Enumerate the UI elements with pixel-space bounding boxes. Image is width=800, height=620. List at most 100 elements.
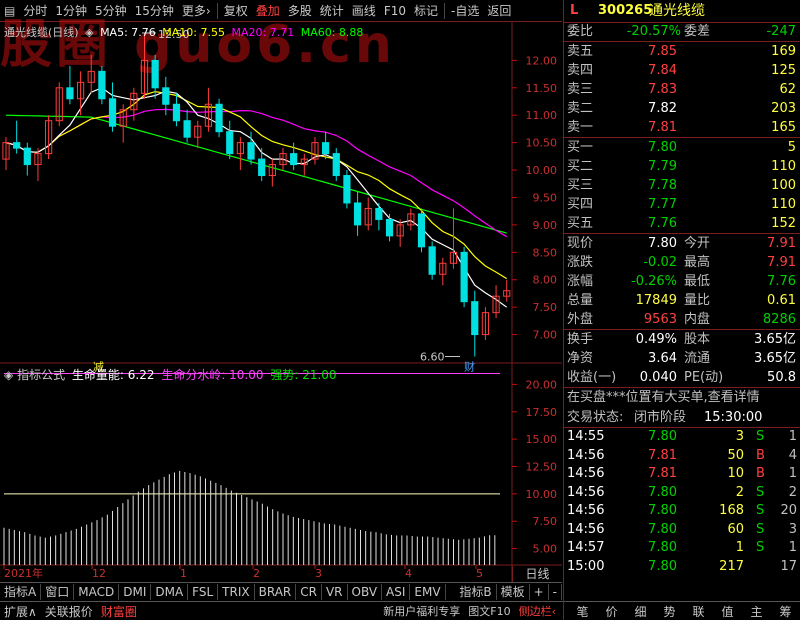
collapse-icon[interactable]: ◈: [4, 368, 13, 382]
stat-label: 外盘: [567, 312, 594, 327]
stat-row: 收益(一) 0.040 PE(动) 50.8: [564, 368, 800, 387]
bid-volume: 100: [771, 178, 796, 193]
trade-status-label: 交易状态:: [567, 410, 624, 425]
stat-row: 涨跌 -0.02 最高 7.91: [564, 253, 800, 272]
big-order-notice[interactable]: 在买盘***位置有大买单,查看详情: [567, 388, 760, 408]
strength-label: 强势: 21.00: [270, 368, 337, 382]
stat-row: 外盘 9563 内盘 8286: [564, 310, 800, 329]
stat-value: 50.8: [767, 370, 796, 385]
stock-flag: L: [570, 3, 579, 18]
indicator-tab[interactable]: 指标A: [0, 583, 42, 600]
event-marker-cai: 财: [464, 360, 475, 374]
bid-row: 买二 7.79 110: [564, 157, 800, 176]
period-label[interactable]: 日线: [512, 566, 562, 582]
weibi-row: 委比 -20.57% 委差 -247: [564, 23, 800, 41]
stat-value: 3.64: [648, 351, 677, 366]
indicator-name[interactable]: 指标公式: [17, 368, 65, 382]
stat-label: 总量: [567, 293, 594, 308]
indicator-tab[interactable]: CR: [296, 583, 322, 600]
ask-volume: 169: [771, 44, 796, 59]
indicator-tab[interactable]: +: [530, 583, 549, 600]
status-left-item[interactable]: 财富圈: [97, 603, 141, 620]
indicator-tab[interactable]: EMV: [410, 583, 446, 600]
ind-y-tick-label: 17.50: [526, 406, 558, 419]
indicator-tab[interactable]: 窗口: [41, 583, 75, 600]
indicator-tab[interactable]: BRAR: [255, 583, 297, 600]
stat-value: 7.91: [767, 236, 796, 251]
ask-volume: 125: [771, 63, 796, 78]
indicator-legend: ◈ 指标公式 生命量能: 6.22 生命分水岭: 10.00 强势: 21.00: [4, 366, 337, 383]
notice-row: 在买盘***位置有大买单,查看详情: [564, 388, 800, 408]
candle-body: [428, 246, 436, 275]
status-right-item[interactable]: 侧边栏‹: [515, 603, 560, 619]
x-axis-label: 2: [253, 567, 260, 580]
indicator-tab[interactable]: -: [549, 583, 562, 600]
indicator-tab[interactable]: 模板: [497, 583, 530, 600]
x-axis-label: 4: [405, 567, 412, 580]
indicator-tab[interactable]: DMI: [119, 583, 152, 600]
candle-body: [353, 202, 362, 226]
ask-row: 卖五 7.85 169: [564, 42, 800, 61]
tick-count: 2: [788, 484, 797, 500]
status-left-item[interactable]: 扩展∧: [0, 603, 41, 620]
indicator-tab[interactable]: FSL: [188, 583, 219, 600]
stat-label: 股本: [684, 332, 711, 347]
stat-row: 总量 17849 量比 0.61: [564, 291, 800, 310]
bid-label: 买二: [567, 159, 594, 174]
tick-count: 17: [780, 558, 797, 574]
toolbar-item[interactable]: -自选: [447, 0, 483, 22]
ask-volume: 62: [779, 82, 796, 97]
stat-label: 涨跌: [567, 255, 594, 270]
indicator-tab[interactable]: VR: [322, 583, 348, 600]
candle-body: [215, 103, 223, 133]
x-axis-label: 3: [315, 567, 322, 580]
status-left-item[interactable]: 关联报价: [41, 603, 97, 620]
toolbar-item[interactable]: 返回: [483, 0, 515, 22]
weicha-value: -247: [766, 24, 796, 39]
stat-value: 0.61: [767, 293, 796, 308]
tick-time: 14:56: [567, 447, 605, 463]
ask-volume: 203: [771, 101, 796, 116]
stat-label: 最低: [684, 274, 711, 289]
status-right-item[interactable]: 新用户福利专享: [379, 603, 464, 619]
trade-status: 闭市阶段: [634, 410, 687, 425]
candle-body: [226, 131, 234, 155]
indicator-tab[interactable]: 指标B: [455, 583, 497, 600]
kline-chart[interactable]: 12.00 11.50 11.00 10.50 10.00 9.50 9.00 8.50 8.0…: [0, 22, 562, 582]
indicator-tab[interactable]: MACD: [74, 583, 120, 600]
indicator-tab[interactable]: ASI: [382, 583, 411, 600]
ask-row: 卖四 7.84 125: [564, 61, 800, 80]
y-tick-label: 8.00: [533, 274, 558, 287]
stat-row: 净资 3.64 流通 3.65亿: [564, 349, 800, 368]
x-axis-label: 5: [476, 567, 483, 580]
stat-value: 0.040: [639, 370, 677, 385]
ask-volume: 165: [771, 120, 796, 135]
stat-value: 7.91: [767, 255, 796, 270]
candle-body: [66, 87, 74, 100]
tick-row: 14:55 7.80 3 S 1: [564, 428, 800, 447]
stat-label: 内盘: [684, 312, 711, 327]
y-tick-label: 7.50: [533, 301, 558, 314]
bid-price: 7.78: [648, 178, 677, 193]
indicator-tab[interactable]: DMA: [151, 583, 189, 600]
indicator-tab[interactable]: OBV: [348, 583, 383, 600]
ind-y-tick-label: 12.50: [526, 461, 558, 474]
main-chart-legend: 通光线缆(日线) ◈ MA5: 7.76 MA10: 7.55 MA20: 7.…: [4, 24, 363, 40]
ma5-label: MA5: 7.76: [100, 26, 156, 39]
stat-row: 涨幅 -0.26% 最低 7.76: [564, 272, 800, 291]
tick-time: 14:56: [567, 466, 605, 481]
tick-time: 14:55: [567, 429, 605, 444]
stat-value: 7.76: [767, 274, 796, 289]
settings-icon[interactable]: ◈: [85, 26, 93, 39]
tick-time: 14:57: [567, 540, 605, 555]
indicator-tab[interactable]: TRIX: [218, 583, 255, 600]
status-right-item[interactable]: 图文F10: [464, 603, 514, 619]
candle-body: [183, 120, 191, 138]
y-tick-label: 11.50: [526, 82, 558, 95]
toolbar-item[interactable]: 标记: [410, 0, 442, 22]
bid-price: 7.80: [648, 140, 677, 155]
weibi-label: 委比: [567, 24, 594, 39]
ma60-label: MA60: 8.88: [300, 26, 364, 39]
stat-value: 17849: [635, 293, 677, 308]
tick-row: 14:56 7.80 168 S 20: [564, 502, 800, 521]
